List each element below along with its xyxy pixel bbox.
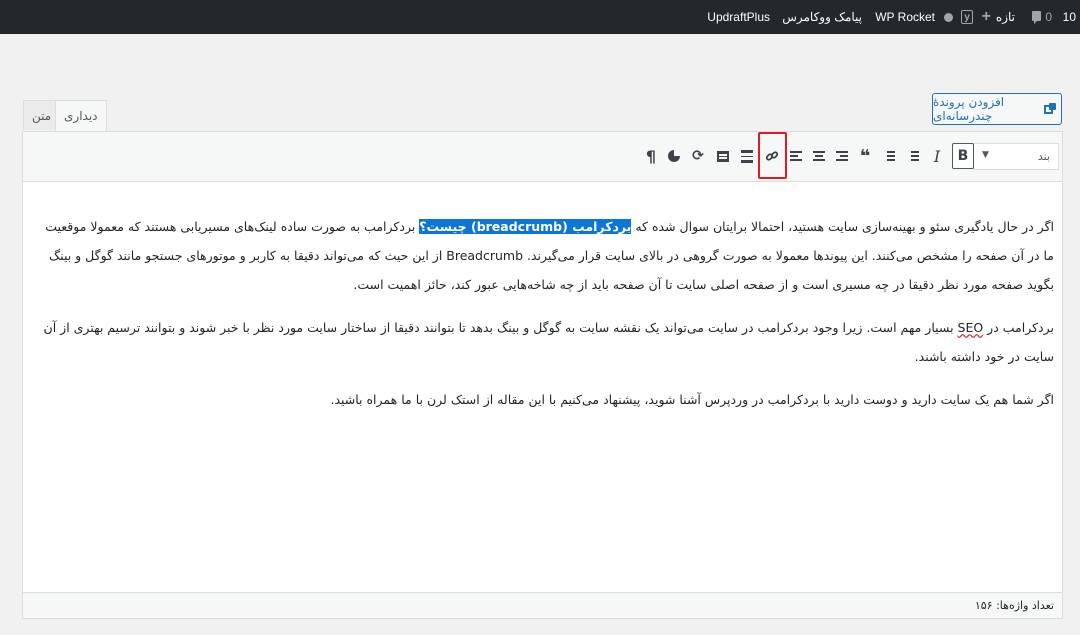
blockquote-button[interactable]: ❝ bbox=[854, 143, 876, 169]
paragraph-1: اگر در حال یادگیری سئو و بهینه‌سازی سایت… bbox=[31, 212, 1054, 299]
updraft-menu[interactable]: UpdraftPlus bbox=[707, 0, 820, 34]
editor-content[interactable]: اگر در حال یادگیری سئو و بهینه‌سازی سایت… bbox=[23, 182, 1062, 592]
updraft-label: UpdraftPlus bbox=[707, 10, 770, 24]
link-button-highlight bbox=[758, 132, 787, 179]
italic-button[interactable]: I bbox=[926, 143, 948, 169]
tab-visual[interactable]: دیداری bbox=[55, 100, 107, 132]
selected-text: بردکرامب (breadcrumb) چیست؟ bbox=[419, 219, 632, 234]
editor-toolbar: بند ▼ B I ❝ ⟳ ¶ bbox=[23, 132, 1062, 182]
italic-label: I bbox=[933, 146, 941, 166]
quote-icon: ❝ bbox=[859, 145, 871, 167]
bulleted-list-button[interactable] bbox=[902, 143, 924, 169]
p1-text-a: اگر در حال یادگیری سئو و بهینه‌سازی سایت… bbox=[631, 219, 1054, 234]
bold-button[interactable]: B bbox=[952, 143, 974, 169]
tab-text-label: متن bbox=[32, 109, 52, 123]
media-icon bbox=[1043, 103, 1057, 115]
align-center-icon bbox=[813, 149, 825, 163]
numbered-list-icon bbox=[883, 149, 895, 163]
bold-label: B bbox=[957, 148, 969, 164]
add-media-button[interactable]: افزودن پروندهٔ چندرسانه‌ای bbox=[932, 93, 1062, 125]
numbered-list-button[interactable] bbox=[878, 143, 900, 169]
paragraph-2: بردکرامب در SEO بسیار مهم است. زیرا وجود… bbox=[31, 313, 1054, 371]
toolbar-toggle-button[interactable] bbox=[712, 143, 734, 169]
pie-button[interactable] bbox=[663, 143, 685, 169]
add-media-label: افزودن پروندهٔ چندرسانه‌ای bbox=[933, 95, 1005, 123]
updates-counter[interactable]: 10 bbox=[1063, 0, 1076, 34]
editor: بند ▼ B I ❝ ⟳ ¶ اگر در حال یادگیری سئو و… bbox=[22, 131, 1063, 619]
yoast-menu[interactable]: y bbox=[961, 0, 973, 34]
admin-bar: 10 0 + تازه y WP Rocket پیامک ووکامرس Up… bbox=[0, 0, 1080, 34]
align-left-button[interactable] bbox=[785, 143, 807, 169]
comments-menu[interactable]: 0 bbox=[1032, 0, 1052, 34]
align-left-icon bbox=[790, 149, 802, 163]
new-label: تازه bbox=[995, 10, 1015, 24]
tab-visual-label: دیداری bbox=[64, 109, 98, 123]
comment-icon bbox=[1032, 0, 1042, 34]
word-count: تعداد واژه‌ها: ۱۵۶ bbox=[974, 599, 1054, 612]
yoast-icon: y bbox=[961, 10, 973, 24]
pie-icon bbox=[668, 150, 680, 162]
wp-rocket-label: WP Rocket bbox=[875, 10, 935, 24]
format-select[interactable]: بند ▼ bbox=[973, 143, 1059, 170]
refresh-icon: ⟳ bbox=[692, 148, 704, 164]
seo-word: SEO bbox=[957, 320, 984, 335]
status-menu[interactable] bbox=[944, 0, 953, 34]
chevron-down-icon: ▼ bbox=[982, 150, 989, 160]
format-select-value: بند bbox=[1037, 150, 1050, 163]
comments-count: 0 bbox=[1045, 10, 1052, 24]
align-center-button[interactable] bbox=[808, 143, 830, 169]
updates-count: 10 bbox=[1062, 10, 1076, 24]
pilcrow-icon: ¶ bbox=[645, 146, 657, 166]
bulleted-list-icon bbox=[907, 149, 919, 163]
refresh-button[interactable]: ⟳ bbox=[687, 143, 709, 169]
status-bar: تعداد واژه‌ها: ۱۵۶ bbox=[23, 592, 1062, 618]
p2-text-b: بسیار مهم است. زیرا وجود بردکرامب در سای… bbox=[43, 320, 1054, 364]
p2-text-a: بردکرامب در bbox=[983, 320, 1054, 335]
insert-more-button[interactable] bbox=[736, 143, 758, 169]
align-right-button[interactable] bbox=[831, 143, 853, 169]
paragraph-3: اگر شما هم یک سایت دارید و دوست دارید با… bbox=[330, 392, 1054, 407]
plus-icon: + bbox=[981, 8, 991, 25]
paragraph-direction-button[interactable]: ¶ bbox=[640, 143, 662, 169]
align-right-icon bbox=[836, 149, 848, 163]
read-more-icon bbox=[741, 148, 753, 165]
wp-rocket-menu[interactable]: WP Rocket bbox=[875, 0, 935, 34]
new-content-menu[interactable]: + تازه bbox=[982, 0, 1015, 34]
circle-icon bbox=[944, 12, 953, 22]
keyboard-icon bbox=[717, 150, 729, 162]
